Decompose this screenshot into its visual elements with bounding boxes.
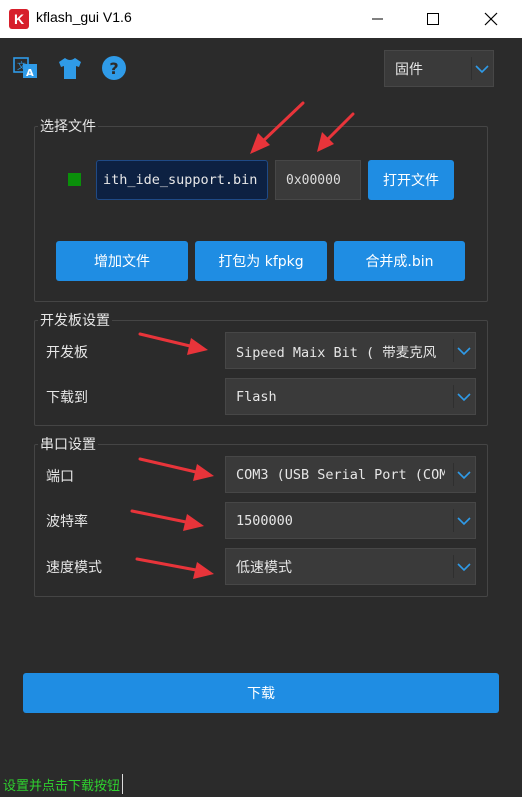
speed-mode-select[interactable]: 低速模式 [225, 548, 476, 585]
maximize-icon [427, 13, 439, 25]
port-select[interactable]: COM3 (USB Serial Port (COM [225, 456, 476, 493]
add-file-button[interactable]: 增加文件 [56, 241, 188, 281]
speed-mode-value: 低速模式 [236, 559, 292, 576]
pack-kfpkg-button[interactable]: 打包为 kfpkg [195, 241, 327, 281]
chevron-down-icon [475, 65, 489, 74]
close-icon [484, 12, 498, 26]
open-file-button[interactable]: 打开文件 [368, 160, 454, 200]
address-input[interactable]: 0x00000 [275, 160, 361, 200]
status-indicator [68, 173, 81, 186]
merge-bin-button[interactable]: 合并成.bin [334, 241, 465, 281]
file-path-input[interactable]: ith_ide_support.bin [96, 160, 268, 200]
close-button[interactable] [462, 0, 520, 38]
translate-icon[interactable]: 文 A [12, 54, 40, 82]
download-to-label: 下载到 [46, 390, 88, 406]
baud-select[interactable]: 1500000 [225, 502, 476, 539]
port-select-value: COM3 (USB Serial Port (COM [236, 466, 445, 483]
port-label: 端口 [46, 469, 74, 485]
chevron-down-icon [457, 563, 471, 572]
chevron-down-icon [457, 517, 471, 526]
chevron-down-icon [457, 393, 471, 402]
board-group-label: 开发板设置 [38, 310, 112, 330]
chevron-down-icon [457, 347, 471, 356]
baud-label: 波特率 [46, 514, 88, 530]
download-button[interactable]: 下载 [23, 673, 499, 713]
mode-select[interactable]: 固件 [384, 50, 494, 87]
minimize-icon [372, 18, 383, 20]
speed-mode-label: 速度模式 [46, 560, 102, 576]
app-logo: K [9, 9, 29, 29]
download-to-select[interactable]: Flash [225, 378, 476, 415]
window-title: kflash_gui V1.6 [36, 9, 132, 25]
mode-select-value: 固件 [395, 61, 423, 78]
chevron-down-icon [457, 471, 471, 480]
board-label: 开发板 [46, 345, 88, 361]
board-select-value: Sipeed Maix Bit ( 带麦克风 [236, 344, 437, 361]
maximize-button[interactable] [404, 0, 462, 38]
shirt-icon[interactable] [56, 54, 84, 82]
title-bar: K kflash_gui V1.6 [0, 0, 522, 38]
help-icon[interactable]: ? [100, 54, 128, 82]
baud-select-value: 1500000 [236, 512, 293, 529]
serial-group-label: 串口设置 [38, 434, 98, 454]
minimize-button[interactable] [348, 0, 406, 38]
board-select[interactable]: Sipeed Maix Bit ( 带麦克风 [225, 332, 476, 369]
file-group-label: 选择文件 [38, 116, 98, 136]
svg-text:A: A [26, 68, 34, 79]
svg-text:?: ? [109, 59, 118, 78]
status-text: 设置并点击下载按钮 [3, 774, 124, 794]
download-to-value: Flash [236, 388, 277, 405]
